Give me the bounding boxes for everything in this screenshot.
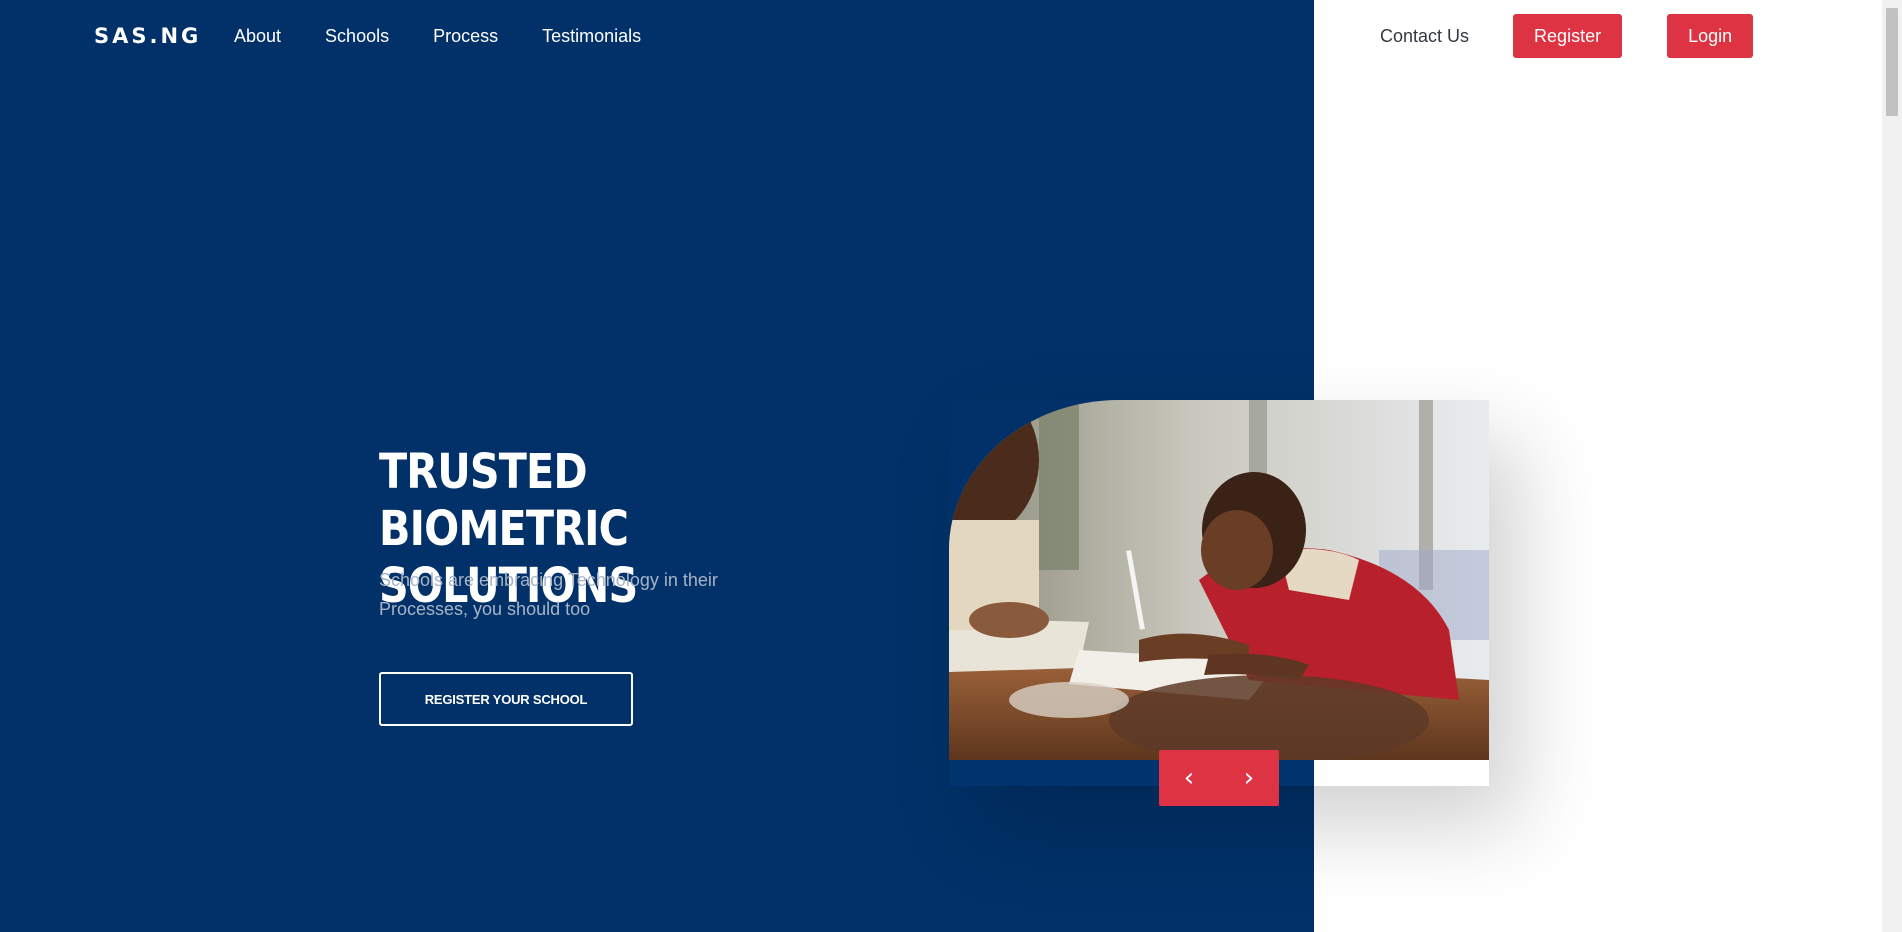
carousel-controls: ‹ › [1159, 750, 1279, 806]
nav-process[interactable]: Process [433, 26, 498, 47]
carousel-base-strip-white [1314, 760, 1489, 786]
carousel-image [949, 400, 1489, 760]
site-logo[interactable]: SAS.NG [94, 24, 201, 48]
nav-about[interactable]: About [234, 26, 281, 47]
students-photo [949, 400, 1489, 760]
chevron-left-icon[interactable]: ‹ [1169, 765, 1209, 791]
header-actions: Contact Us Register Login [1366, 14, 1754, 58]
main-nav: About Schools Process Testimonials [234, 26, 685, 47]
register-button[interactable]: Register [1513, 14, 1623, 58]
chevron-right-icon[interactable]: › [1229, 765, 1269, 791]
hero-subtitle: Schools are embracing Technology in thei… [379, 570, 718, 619]
login-button[interactable]: Login [1667, 14, 1754, 58]
nav-schools[interactable]: Schools [325, 26, 389, 47]
register-school-button[interactable]: REGISTER YOUR SCHOOL [379, 672, 633, 726]
nav-testimonials[interactable]: Testimonials [542, 26, 641, 47]
page-scrollbar[interactable] [1882, 0, 1902, 932]
contact-us-link[interactable]: Contact Us [1380, 26, 1469, 47]
page: SAS.NG About Schools Process Testimonial… [0, 0, 1902, 932]
scrollbar-thumb[interactable] [1886, 8, 1898, 116]
